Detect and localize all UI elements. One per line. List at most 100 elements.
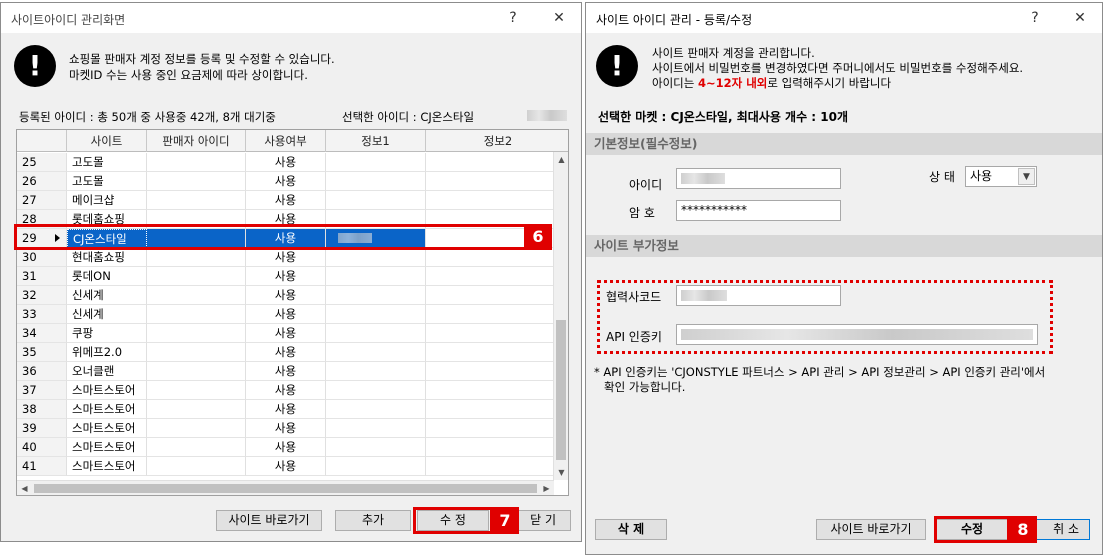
cell-seller-id[interactable]: [147, 248, 246, 267]
cell-info1[interactable]: [326, 362, 426, 381]
table-row[interactable]: 35 위메프2.0 사용: [17, 343, 554, 362]
cell-info1[interactable]: [326, 343, 426, 362]
table-row[interactable]: 39 스마트스토어 사용: [17, 419, 554, 438]
table-row[interactable]: 33 신세계 사용: [17, 305, 554, 324]
cell-seller-id[interactable]: [147, 305, 246, 324]
cell-info2[interactable]: [426, 248, 554, 267]
cell-site[interactable]: 스마트스토어: [67, 400, 147, 419]
cell-info1[interactable]: [326, 305, 426, 324]
cell-info1[interactable]: [326, 419, 426, 438]
cell-seller-id[interactable]: [147, 457, 246, 476]
col-info2[interactable]: 정보2: [426, 130, 568, 152]
cell-info2[interactable]: [426, 286, 554, 305]
cell-usage[interactable]: 사용: [246, 419, 326, 438]
cell-info1[interactable]: [326, 324, 426, 343]
cell-usage[interactable]: 사용: [246, 305, 326, 324]
cell-info1[interactable]: [326, 248, 426, 267]
cell-info2[interactable]: [426, 381, 554, 400]
cell-seller-id[interactable]: [147, 324, 246, 343]
cell-seller-id[interactable]: [147, 191, 246, 210]
table-row[interactable]: 37 스마트스토어 사용: [17, 381, 554, 400]
cell-usage[interactable]: 사용: [246, 400, 326, 419]
cell-seller-id[interactable]: [147, 286, 246, 305]
cell-info2[interactable]: [426, 400, 554, 419]
cell-site[interactable]: 스마트스토어: [67, 419, 147, 438]
cell-info2[interactable]: [426, 457, 554, 476]
cell-site[interactable]: 스마트스토어: [67, 457, 147, 476]
delete-button[interactable]: 삭 제: [595, 519, 667, 540]
cell-info1[interactable]: [326, 267, 426, 286]
cell-seller-id[interactable]: [147, 381, 246, 400]
scroll-thumb[interactable]: [556, 320, 566, 460]
cell-usage[interactable]: 사용: [246, 248, 326, 267]
id-input[interactable]: [676, 168, 841, 189]
cell-info2[interactable]: [426, 419, 554, 438]
table-row[interactable]: 32 신세계 사용: [17, 286, 554, 305]
cell-usage[interactable]: 사용: [246, 172, 326, 191]
cell-info2[interactable]: [426, 153, 554, 172]
table-row[interactable]: 25 고도몰 사용: [17, 153, 554, 172]
cell-seller-id[interactable]: [147, 419, 246, 438]
close-icon[interactable]: ✕: [547, 8, 571, 28]
help-icon[interactable]: ?: [1023, 8, 1047, 28]
cell-usage[interactable]: 사용: [246, 191, 326, 210]
api-key-input[interactable]: [676, 324, 1038, 345]
scroll-down-icon[interactable]: ▼: [554, 465, 568, 480]
cell-info2[interactable]: [426, 362, 554, 381]
cell-seller-id[interactable]: [147, 400, 246, 419]
close-button[interactable]: 닫 기: [515, 510, 571, 531]
cell-seller-id[interactable]: [147, 343, 246, 362]
table-row[interactable]: 30 현대홈쇼핑 사용: [17, 248, 554, 267]
cell-info1[interactable]: [326, 381, 426, 400]
cell-site[interactable]: 고도몰: [67, 153, 147, 172]
table-row[interactable]: 41 스마트스토어 사용: [17, 457, 554, 476]
cell-site[interactable]: 스마트스토어: [67, 438, 147, 457]
cell-info2[interactable]: [426, 438, 554, 457]
col-usage[interactable]: 사용여부: [246, 130, 326, 152]
cell-site[interactable]: 현대홈쇼핑: [67, 248, 147, 267]
hscroll-thumb[interactable]: [34, 484, 537, 493]
cell-usage[interactable]: 사용: [246, 438, 326, 457]
cell-seller-id[interactable]: [147, 267, 246, 286]
cell-info1[interactable]: [326, 153, 426, 172]
cell-site[interactable]: 오너클랜: [67, 362, 147, 381]
cell-info1[interactable]: [326, 400, 426, 419]
scroll-up-icon[interactable]: ▲: [554, 152, 568, 167]
help-icon[interactable]: ?: [501, 8, 525, 28]
cell-info2[interactable]: [426, 305, 554, 324]
cell-site[interactable]: 스마트스토어: [67, 381, 147, 400]
cell-info1[interactable]: [326, 438, 426, 457]
vertical-scrollbar[interactable]: ▲ ▼: [553, 152, 568, 480]
cell-site[interactable]: 신세계: [67, 305, 147, 324]
cell-seller-id[interactable]: [147, 362, 246, 381]
cell-site[interactable]: 메이크샵: [67, 191, 147, 210]
table-row[interactable]: 26 고도몰 사용: [17, 172, 554, 191]
cell-seller-id[interactable]: [147, 438, 246, 457]
cell-usage[interactable]: 사용: [246, 153, 326, 172]
cell-site[interactable]: 위메프2.0: [67, 343, 147, 362]
site-id-grid[interactable]: 사이트 판매자 아이디 사용여부 정보1 정보2 25 고도몰 사용 26 고도몰 사용 2…: [16, 129, 569, 496]
password-input[interactable]: ***********: [676, 200, 841, 221]
partner-code-input[interactable]: [676, 285, 841, 306]
table-row[interactable]: 38 스마트스토어 사용: [17, 400, 554, 419]
cell-site[interactable]: 고도몰: [67, 172, 147, 191]
table-row[interactable]: 27 메이크샵 사용: [17, 191, 554, 210]
horizontal-scrollbar[interactable]: ◀ ▶: [17, 480, 554, 495]
col-info1[interactable]: 정보1: [326, 130, 426, 152]
cell-info2[interactable]: [426, 191, 554, 210]
cell-usage[interactable]: 사용: [246, 381, 326, 400]
cell-info1[interactable]: [326, 172, 426, 191]
cell-info2[interactable]: [426, 324, 554, 343]
cell-usage[interactable]: 사용: [246, 267, 326, 286]
cell-info2[interactable]: [426, 172, 554, 191]
table-row[interactable]: 31 롯데ON 사용: [17, 267, 554, 286]
table-row[interactable]: 34 쿠팡 사용: [17, 324, 554, 343]
table-row[interactable]: 36 오너클랜 사용: [17, 362, 554, 381]
scroll-right-icon[interactable]: ▶: [539, 481, 554, 495]
chevron-down-icon[interactable]: ▼: [1018, 168, 1035, 185]
cell-seller-id[interactable]: [147, 153, 246, 172]
cell-info1[interactable]: [326, 286, 426, 305]
cell-info2[interactable]: [426, 267, 554, 286]
cell-usage[interactable]: 사용: [246, 457, 326, 476]
cell-site[interactable]: 쿠팡: [67, 324, 147, 343]
